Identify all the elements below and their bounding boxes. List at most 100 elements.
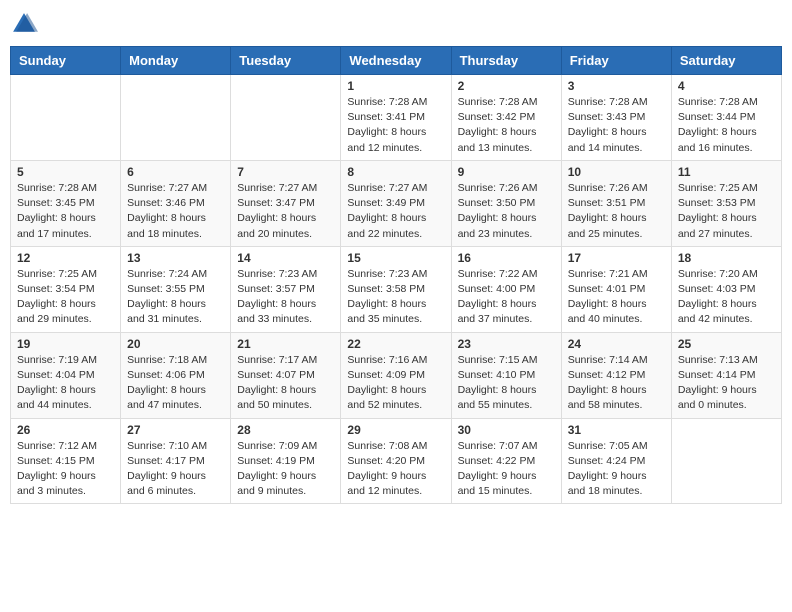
day-info: Sunrise: 7:09 AM Sunset: 4:19 PM Daylight:… bbox=[237, 439, 334, 500]
day-info-line: and 47 minutes. bbox=[127, 399, 202, 411]
day-info-line: Sunrise: 7:07 AM bbox=[458, 440, 538, 452]
day-info-line: Daylight: 8 hours bbox=[458, 212, 537, 224]
day-number: 6 bbox=[127, 165, 224, 179]
calendar-week-row: 5 Sunrise: 7:28 AMSunset: 3:45 PMDaylight… bbox=[11, 160, 782, 246]
day-number: 7 bbox=[237, 165, 334, 179]
calendar-cell: 16Sunrise: 7:22 AMSunset: 4:00 PMDayligh… bbox=[451, 246, 561, 332]
day-info-line: Sunrise: 7:26 AM bbox=[458, 182, 538, 194]
day-info: Sunrise: 7:12 AM Sunset: 4:15 PM Daylight:… bbox=[17, 439, 114, 500]
day-info-line: Sunrise: 7:24 AM bbox=[127, 268, 207, 280]
day-info-line: Daylight: 9 hours bbox=[568, 470, 647, 482]
calendar-cell: 28 Sunrise: 7:09 AM Sunset: 4:19 PM Dayligh… bbox=[231, 418, 341, 504]
calendar-cell bbox=[121, 75, 231, 161]
day-info-line: Sunset: 3:43 PM bbox=[568, 111, 646, 123]
day-of-week-header: Thursday bbox=[451, 47, 561, 75]
day-info-line: Daylight: 8 hours bbox=[568, 212, 647, 224]
day-number: 16 bbox=[458, 251, 555, 265]
day-info: Sunrise: 7:26 AM Sunset: 3:51 PM Daylight:… bbox=[568, 181, 665, 242]
day-info-line: Sunset: 4:10 PM bbox=[458, 369, 536, 381]
day-info-line: and 40 minutes. bbox=[568, 313, 643, 325]
day-info: Sunrise: 7:27 AMSunset: 3:47 PMDaylight:… bbox=[237, 181, 334, 242]
calendar-cell: 9Sunrise: 7:26 AMSunset: 3:50 PMDaylight… bbox=[451, 160, 561, 246]
calendar-cell: 20Sunrise: 7:18 AMSunset: 4:06 PMDayligh… bbox=[121, 332, 231, 418]
day-info-line: and 0 minutes. bbox=[678, 399, 747, 411]
logo bbox=[10, 10, 42, 38]
day-info-line: Daylight: 8 hours bbox=[127, 212, 206, 224]
day-info-line: Sunrise: 7:28 AM bbox=[17, 182, 97, 194]
day-info-line: Daylight: 9 hours bbox=[237, 470, 316, 482]
page-header bbox=[10, 10, 782, 38]
calendar-cell: 6Sunrise: 7:27 AMSunset: 3:46 PMDaylight… bbox=[121, 160, 231, 246]
day-info-line: Sunset: 3:42 PM bbox=[458, 111, 536, 123]
day-info-line: Sunrise: 7:12 AM bbox=[17, 440, 97, 452]
calendar-cell: 15Sunrise: 7:23 AMSunset: 3:58 PMDayligh… bbox=[341, 246, 451, 332]
day-info: Sunrise: 7:28 AMSunset: 3:45 PMDaylight:… bbox=[17, 181, 114, 242]
calendar-cell: 18Sunrise: 7:20 AMSunset: 4:03 PMDayligh… bbox=[671, 246, 781, 332]
day-info: Sunrise: 7:15 AMSunset: 4:10 PMDaylight:… bbox=[458, 353, 555, 414]
day-of-week-header: Tuesday bbox=[231, 47, 341, 75]
day-info-line: and 55 minutes. bbox=[458, 399, 533, 411]
day-number: 5 bbox=[17, 165, 114, 179]
calendar-cell: 21Sunrise: 7:17 AMSunset: 4:07 PMDayligh… bbox=[231, 332, 341, 418]
day-info-line: Daylight: 8 hours bbox=[347, 212, 426, 224]
calendar-cell: 4Sunrise: 7:28 AMSunset: 3:44 PMDaylight… bbox=[671, 75, 781, 161]
day-info-line: Sunrise: 7:09 AM bbox=[237, 440, 317, 452]
day-info-line: Sunrise: 7:05 AM bbox=[568, 440, 648, 452]
day-info-line: Sunset: 4:17 PM bbox=[127, 455, 205, 467]
day-info: Sunrise: 7:07 AMSunset: 4:22 PMDaylight:… bbox=[458, 439, 555, 500]
day-info-line: Daylight: 9 hours bbox=[17, 470, 96, 482]
day-info-line: Sunrise: 7:13 AM bbox=[678, 354, 758, 366]
day-info-line: Sunset: 3:51 PM bbox=[568, 197, 646, 209]
day-info: Sunrise: 7:28 AMSunset: 3:43 PMDaylight:… bbox=[568, 95, 665, 156]
day-info-line: Daylight: 8 hours bbox=[127, 298, 206, 310]
day-info-line: and 12 minutes. bbox=[347, 142, 422, 154]
day-number: 30 bbox=[458, 423, 555, 437]
calendar-cell: 30Sunrise: 7:07 AMSunset: 4:22 PMDayligh… bbox=[451, 418, 561, 504]
day-info-line: Sunset: 4:15 PM bbox=[17, 455, 95, 467]
day-info-line: Sunset: 3:57 PM bbox=[237, 283, 315, 295]
day-info: Sunrise: 7:23 AMSunset: 3:57 PMDaylight:… bbox=[237, 267, 334, 328]
day-info: Sunrise: 7:05 AM Sunset: 4:24 PM Daylight:… bbox=[568, 439, 665, 500]
day-info-line: Daylight: 8 hours bbox=[347, 298, 426, 310]
day-info-line: Sunrise: 7:25 AM bbox=[678, 182, 758, 194]
day-info-line: Sunrise: 7:27 AM bbox=[347, 182, 427, 194]
day-of-week-header: Monday bbox=[121, 47, 231, 75]
day-info-line: Sunrise: 7:20 AM bbox=[678, 268, 758, 280]
calendar-cell: 7 Sunrise: 7:27 AMSunset: 3:47 PMDaylight… bbox=[231, 160, 341, 246]
calendar-cell: 25Sunrise: 7:13 AMSunset: 4:14 PMDayligh… bbox=[671, 332, 781, 418]
day-info-line: Daylight: 8 hours bbox=[237, 212, 316, 224]
calendar-cell bbox=[231, 75, 341, 161]
day-number: 19 bbox=[17, 337, 114, 351]
calendar-cell: 2Sunrise: 7:28 AMSunset: 3:42 PMDaylight… bbox=[451, 75, 561, 161]
day-info-line: Sunset: 4:22 PM bbox=[458, 455, 536, 467]
day-info-line: Sunrise: 7:17 AM bbox=[237, 354, 317, 366]
day-info-line: Sunset: 4:24 PM bbox=[568, 455, 646, 467]
calendar-table: SundayMondayTuesdayWednesdayThursdayFrid… bbox=[10, 46, 782, 504]
calendar-cell: 19Sunrise: 7:19 AMSunset: 4:04 PMDayligh… bbox=[11, 332, 121, 418]
day-number: 17 bbox=[568, 251, 665, 265]
calendar-cell: 31Sunrise: 7:05 AMSunset: 4:24 PMDayligh… bbox=[561, 418, 671, 504]
day-info-line: Daylight: 9 hours bbox=[347, 470, 426, 482]
day-number: 28 bbox=[237, 423, 334, 437]
day-number: 27 bbox=[127, 423, 224, 437]
day-info-line: Sunset: 3:55 PM bbox=[127, 283, 205, 295]
calendar-cell bbox=[671, 418, 781, 504]
calendar-cell: 13Sunrise: 7:24 AMSunset: 3:55 PMDayligh… bbox=[121, 246, 231, 332]
day-info-line: and 42 minutes. bbox=[678, 313, 753, 325]
day-info: Sunrise: 7:23 AMSunset: 3:58 PMDaylight:… bbox=[347, 267, 444, 328]
day-info-line: and 29 minutes. bbox=[17, 313, 92, 325]
calendar-cell: 14Sunrise: 7:23 AMSunset: 3:57 PMDayligh… bbox=[231, 246, 341, 332]
day-info: Sunrise: 7:21 AMSunset: 4:01 PMDaylight:… bbox=[568, 267, 665, 328]
day-info-line: Sunrise: 7:26 AM bbox=[568, 182, 648, 194]
calendar-cell: 8Sunrise: 7:27 AMSunset: 3:49 PMDaylight… bbox=[341, 160, 451, 246]
day-info-line: Sunset: 4:14 PM bbox=[678, 369, 756, 381]
day-info-line: and 6 minutes. bbox=[127, 485, 196, 497]
day-number: 24 bbox=[568, 337, 665, 351]
day-of-week-header: Wednesday bbox=[341, 47, 451, 75]
day-info: Sunrise: 7:14 AMSunset: 4:12 PMDaylight:… bbox=[568, 353, 665, 414]
day-info-line: Sunset: 4:03 PM bbox=[678, 283, 756, 295]
day-info-line: Sunrise: 7:27 AM bbox=[127, 182, 207, 194]
day-info-line: Sunrise: 7:27 AM bbox=[237, 182, 317, 194]
day-info-line: Daylight: 8 hours bbox=[237, 298, 316, 310]
day-info-line: Sunset: 4:19 PM bbox=[237, 455, 315, 467]
